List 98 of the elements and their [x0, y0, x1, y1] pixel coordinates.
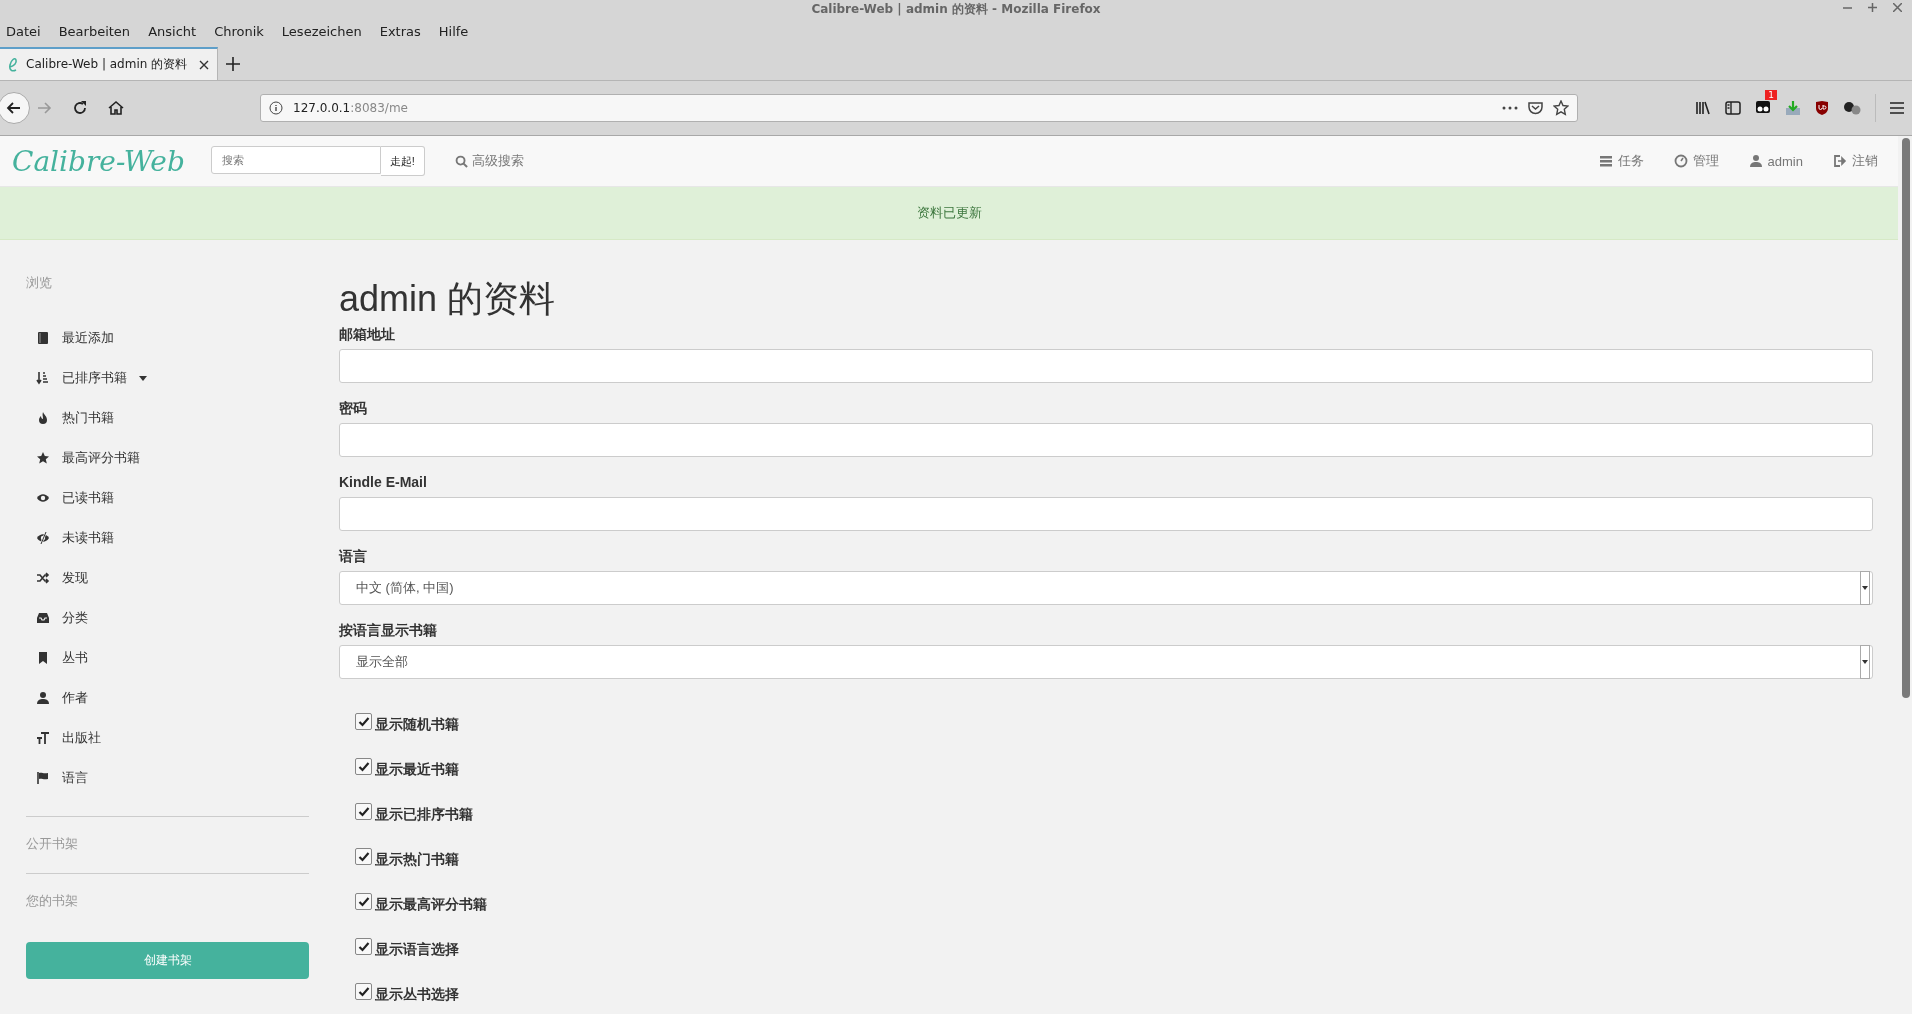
home-icon[interactable] [108, 100, 124, 116]
sidebar-link[interactable]: 最高评分书籍 [36, 438, 309, 478]
sidebar-link[interactable]: 已读书籍 [36, 478, 309, 518]
eye-slash-icon [36, 531, 50, 545]
caret-icon [139, 375, 147, 381]
checkbox[interactable] [355, 713, 372, 730]
sidebar-link[interactable]: 丛书 [36, 638, 309, 678]
sidebar-link[interactable]: 发现 [36, 558, 309, 598]
menu-icon[interactable] [1890, 102, 1904, 114]
nav-link[interactable]: 注销 [1833, 152, 1878, 170]
library-icon[interactable] [1695, 101, 1711, 115]
back-arrow-icon [6, 100, 22, 116]
maximize-icon[interactable] [1868, 3, 1877, 12]
checkbox-label: 显示随机书籍 [375, 715, 459, 734]
inbox-icon [36, 611, 50, 625]
sidebar-heading: 浏览 [26, 274, 53, 292]
dashboard-icon [1673, 154, 1688, 168]
checkbox-label: 显示已排序书籍 [375, 805, 473, 824]
star-icon [36, 451, 50, 465]
fire-icon [36, 411, 50, 425]
menu-item[interactable]: Extras [379, 23, 431, 39]
book-icon [36, 331, 50, 345]
sidebar-heading: 公开书架 [26, 835, 79, 853]
checkbox-label: 显示热门书籍 [375, 850, 459, 869]
sidebar-link[interactable]: 语言 [36, 758, 309, 798]
menu-item[interactable]: Lesezeichen [281, 23, 372, 39]
page-title: admin 的资料 [339, 280, 557, 318]
menu-item[interactable]: Ansicht [148, 23, 207, 39]
menu-item[interactable]: Chronik [214, 23, 274, 39]
sidebar-link[interactable]: 已排序书籍 [36, 358, 309, 398]
search-button[interactable]: 走起! [380, 146, 425, 176]
flag-icon [36, 771, 50, 785]
new-tab-icon[interactable] [226, 56, 240, 71]
nav-link[interactable]: 任务 [1598, 152, 1644, 170]
sidebar-heading: 您的书架 [26, 892, 79, 910]
pocket-icon[interactable] [1528, 101, 1543, 115]
field-label: 按语言显示书籍 [339, 621, 438, 640]
back-button[interactable] [0, 92, 30, 124]
bookmark-icon [36, 651, 50, 665]
checkbox-label: 显示最近书籍 [375, 760, 459, 779]
sidebar-icon[interactable] [1725, 101, 1741, 115]
window-title: Calibre-Web | admin 的资料 - Mozilla Firefox [811, 0, 1101, 18]
menu-item[interactable]: Hilfe [438, 23, 479, 39]
close-icon[interactable] [199, 59, 209, 70]
search-icon [454, 154, 468, 168]
user-icon [1748, 154, 1763, 168]
notification-badge: 1 [1765, 90, 1777, 100]
checkbox[interactable] [355, 758, 372, 775]
tasks-icon [1598, 154, 1613, 168]
url-path: :8083/me [350, 101, 408, 115]
checkbox[interactable] [355, 848, 372, 865]
input-field[interactable] [339, 349, 1873, 383]
info-icon [269, 101, 283, 115]
input-field[interactable] [339, 497, 1873, 531]
menu-item[interactable]: Datei [6, 23, 51, 39]
menu-item[interactable]: Bearbeiten [58, 23, 141, 39]
shuffle-icon [36, 571, 50, 585]
checkbox-label: 显示最高评分书籍 [375, 895, 487, 914]
user-icon [36, 691, 50, 705]
success-message: 资料已更新 [916, 204, 982, 222]
sidebar-link[interactable]: 热门书籍 [36, 398, 309, 438]
nav-link[interactable]: 管理 [1673, 152, 1719, 170]
shield-icon[interactable] [1815, 100, 1829, 116]
checkbox[interactable] [355, 893, 372, 910]
select-field[interactable]: 显示全部 [339, 645, 1873, 679]
more-icon[interactable] [1502, 106, 1518, 110]
text-height-icon [36, 731, 50, 745]
checkbox[interactable] [355, 938, 372, 955]
extension-icon[interactable] [1755, 98, 1771, 114]
field-label: 邮箱地址 [339, 325, 396, 344]
advanced-search-link[interactable]: 高级搜索 [454, 152, 524, 170]
letter-e-icon [8, 56, 18, 73]
sort-icon [36, 371, 50, 385]
spheres-icon[interactable] [1843, 100, 1861, 116]
browser-tab[interactable]: Calibre-Web | admin 的资料 [0, 47, 218, 80]
url-host: 127.0.0.1 [293, 101, 351, 115]
field-label: 密码 [339, 399, 368, 418]
eye-icon [36, 491, 50, 505]
sidebar-link[interactable]: 出版社 [36, 718, 309, 758]
checkbox[interactable] [355, 983, 372, 1000]
search-field[interactable]: 搜索 [210, 146, 381, 174]
sidebar-link[interactable]: 分类 [36, 598, 309, 638]
field-label: Kindle E-Mail [339, 473, 428, 492]
nav-link[interactable]: admin [1748, 152, 1803, 170]
select-field[interactable]: 中文 (简体, 中国) [339, 571, 1873, 605]
sidebar-link[interactable]: 作者 [36, 678, 309, 718]
password-field[interactable] [339, 423, 1873, 457]
reload-icon[interactable] [72, 100, 88, 116]
sidebar-link[interactable]: 未读书籍 [36, 518, 309, 558]
address-bar[interactable]: 127.0.0.1:8083/me [260, 94, 1578, 122]
checkbox[interactable] [355, 803, 372, 820]
scrollbar-thumb[interactable] [1902, 138, 1910, 698]
star-icon[interactable] [1553, 100, 1569, 116]
logout-icon [1833, 154, 1847, 168]
checkbox-label: 显示语言选择 [375, 940, 459, 959]
checkbox-label: 显示丛书选择 [375, 985, 459, 1004]
sidebar-link[interactable]: 最近添加 [36, 318, 309, 358]
field-label: 语言 [339, 547, 368, 566]
